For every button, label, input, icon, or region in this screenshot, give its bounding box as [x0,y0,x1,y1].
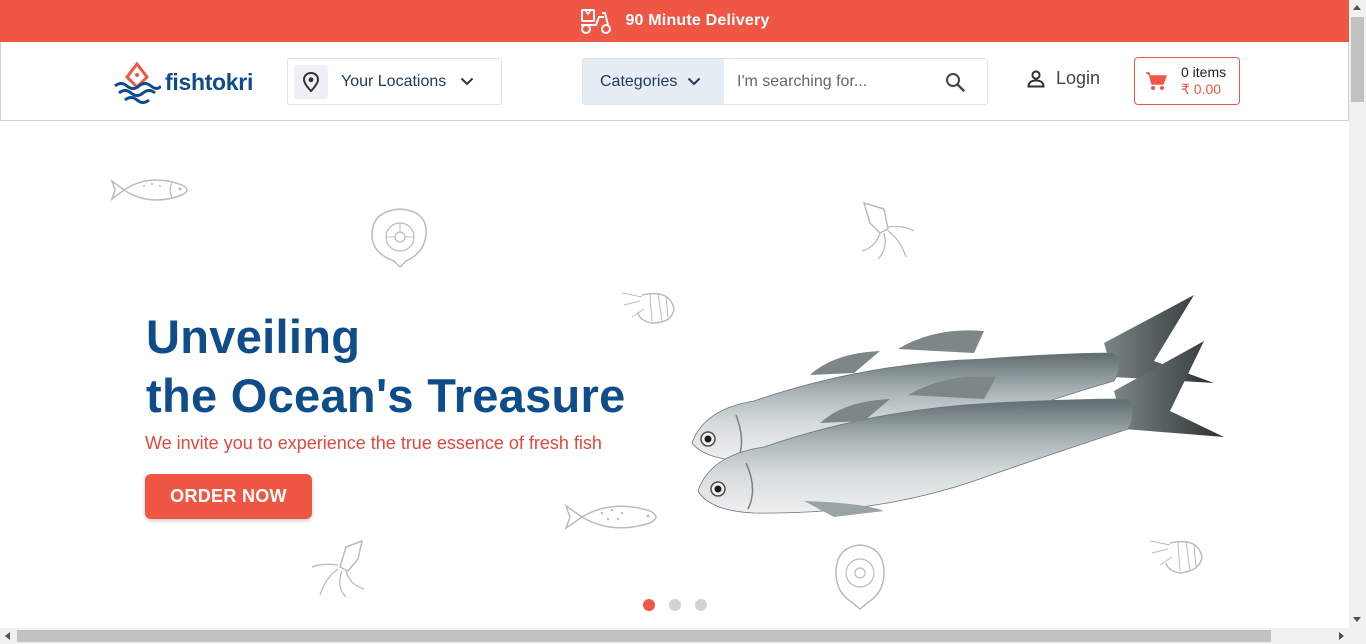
shrimp-doodle-icon [621,292,675,324]
announcement-bar: 90 Minute Delivery [0,0,1349,42]
categories-label: Categories [600,72,678,90]
fresh-fish-image [691,295,1224,517]
fish-steak-doodle-icon [371,208,427,269]
user-icon [1027,69,1045,87]
hero-title-line-2: the Ocean's Treasure [146,369,626,422]
horizontal-scroll-thumb[interactable] [17,630,1271,642]
chevron-down-icon [461,77,474,86]
logo[interactable]: fishtokri [113,60,253,104]
search-input[interactable] [737,72,937,91]
location-pin-icon [294,64,328,99]
vertical-scroll-thumb[interactable] [1351,17,1364,102]
search-bar: Categories [582,58,988,105]
fish-doodle-icon [110,178,188,202]
fish-steak-doodle-icon [835,544,885,610]
cart-total: ₹ 0.00 [1181,81,1222,97]
delivery-scooter-icon [581,9,612,34]
carousel-dot-2[interactable] [669,599,681,611]
site-header: fishtokri Your Locations Categories I'm … [0,42,1349,121]
squid-doodle-icon [311,539,365,598]
fishtokri-logo-icon [114,61,161,104]
hero-title-line-1: Unveiling [146,310,361,363]
cart-item-count: 0 items [1181,64,1227,80]
vertical-scrollbar[interactable] [1349,0,1366,628]
cart-button[interactable]: 0 items ₹ 0.00 [1134,57,1240,105]
carousel-dot-3[interactable] [695,599,707,611]
scroll-left-arrow-icon[interactable] [5,632,10,640]
search-icon[interactable] [945,72,965,92]
hero-title: Unveiling the Ocean's Treasure [146,307,626,425]
hero-subtitle: We invite you to experience the true ess… [145,433,602,453]
order-now-button[interactable]: ORDER NOW [145,474,312,519]
hero-banner: Unveiling the Ocean's Treasure We invite… [110,153,1240,625]
location-selector[interactable]: Your Locations [287,58,502,105]
scroll-right-arrow-icon[interactable] [1339,632,1344,640]
carousel-dots [643,599,721,611]
shrimp-doodle-icon [1149,540,1203,574]
login-link[interactable]: Login [1026,68,1100,89]
login-label: Login [1056,68,1101,88]
scroll-up-arrow-icon[interactable] [1353,5,1361,10]
categories-dropdown[interactable]: Categories [583,59,724,104]
logo-text: fishtokri [165,68,254,95]
carousel-dot-1[interactable] [643,599,655,611]
cart-icon [1146,72,1167,90]
location-label: Your Locations [341,72,447,90]
squid-doodle-icon [861,201,915,260]
scroll-down-arrow-icon[interactable] [1353,617,1361,622]
horizontal-scrollbar[interactable] [0,628,1366,644]
chevron-down-icon [688,77,701,86]
announcement-text: 90 Minute Delivery [625,12,770,29]
fish-doodle-icon [564,504,657,530]
